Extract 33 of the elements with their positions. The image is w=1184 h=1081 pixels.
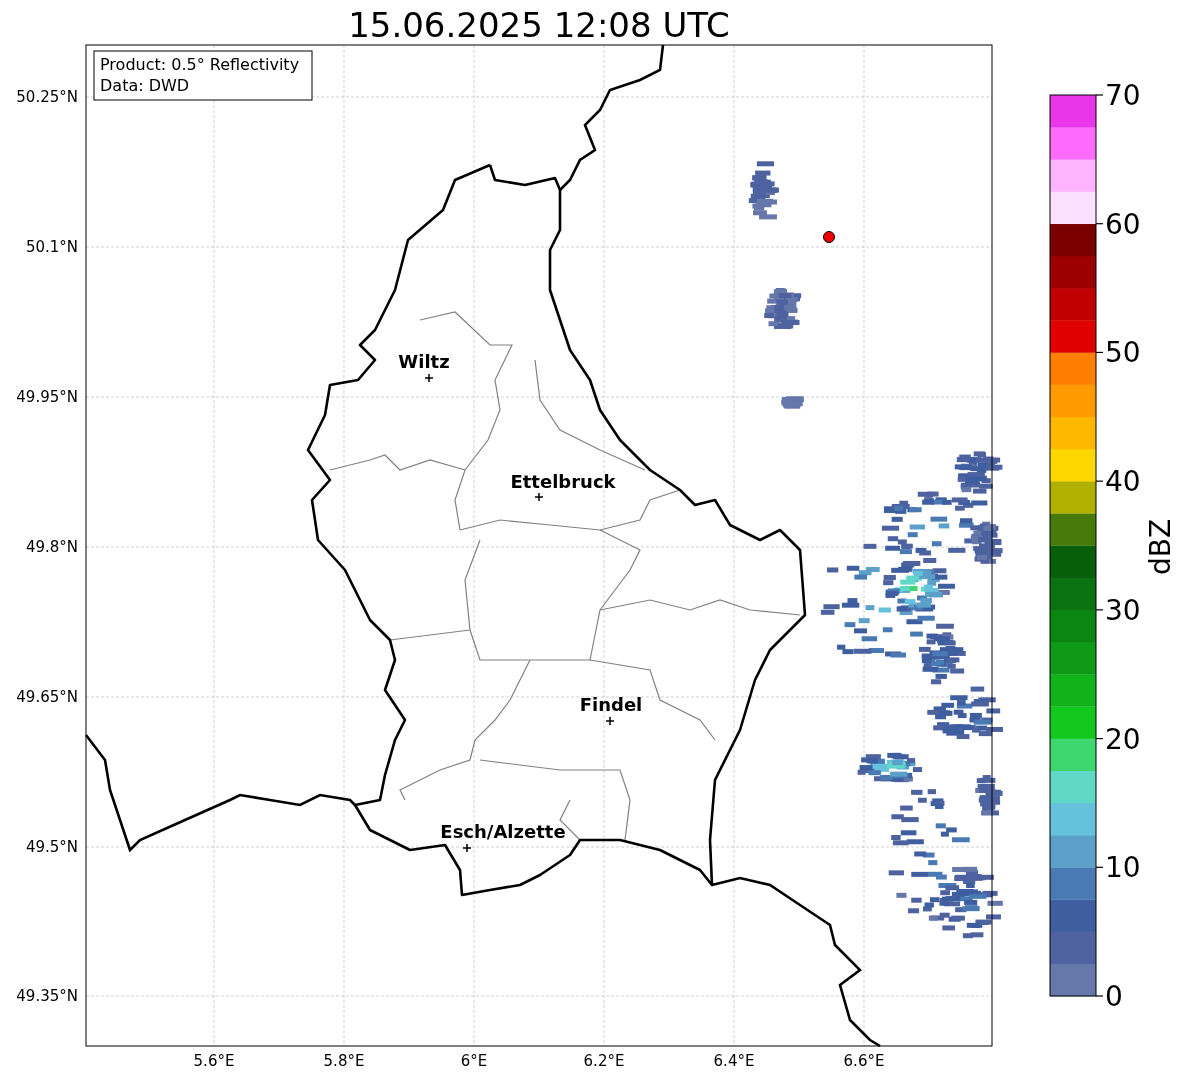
colorbar-tick-label: 60 (1105, 207, 1141, 241)
colorbar-tick-label: 0 (1105, 980, 1123, 1013)
colorbar-tick-label: 70 (1105, 79, 1141, 112)
x-tick-label: 6°E (460, 1052, 488, 1070)
colorbar-tick-label: 20 (1105, 722, 1141, 756)
city-marker-icon (462, 843, 472, 853)
y-tick-label: 50.1°N (25, 238, 78, 256)
colorbar-tick-label: 50 (1105, 336, 1141, 370)
y-tick-label: 49.5°N (25, 838, 78, 856)
y-tick-label: 49.95°N (16, 388, 78, 406)
y-tick-label: 50.25°N (16, 88, 78, 106)
y-tick-label: 49.35°N (16, 987, 78, 1005)
city-label: Ettelbruck (510, 471, 616, 492)
city-marker-icon (424, 373, 434, 383)
x-tick-label: 5.6°E (193, 1052, 235, 1070)
city-marker-icon (534, 492, 544, 502)
y-tick-label: 49.8°N (25, 538, 78, 556)
y-tick-label: 49.65°N (16, 688, 78, 706)
x-tick-label: 6.4°E (713, 1052, 755, 1070)
colorbar-label: dBZ (1144, 518, 1177, 576)
x-tick-label: 6.6°E (843, 1052, 885, 1070)
city-label: Findel (579, 694, 643, 715)
city-label: Wiltz (398, 351, 450, 372)
info-text: Data: DWD (100, 76, 190, 95)
chart-title: 15.06.2025 12:08 UTC (348, 5, 730, 45)
colorbar-tick-label: 10 (1105, 851, 1141, 885)
x-tick-label: 6.2°E (583, 1052, 625, 1070)
colorbar-tick-label: 40 (1105, 465, 1141, 499)
x-tick-label: 5.8°E (323, 1052, 365, 1070)
city-marker-icon (605, 716, 615, 726)
colorbar-tick-label: 30 (1105, 593, 1141, 627)
city-label: Esch/Alzette (440, 821, 566, 842)
info-text: Product: 0.5° Reflectivity (100, 55, 300, 74)
